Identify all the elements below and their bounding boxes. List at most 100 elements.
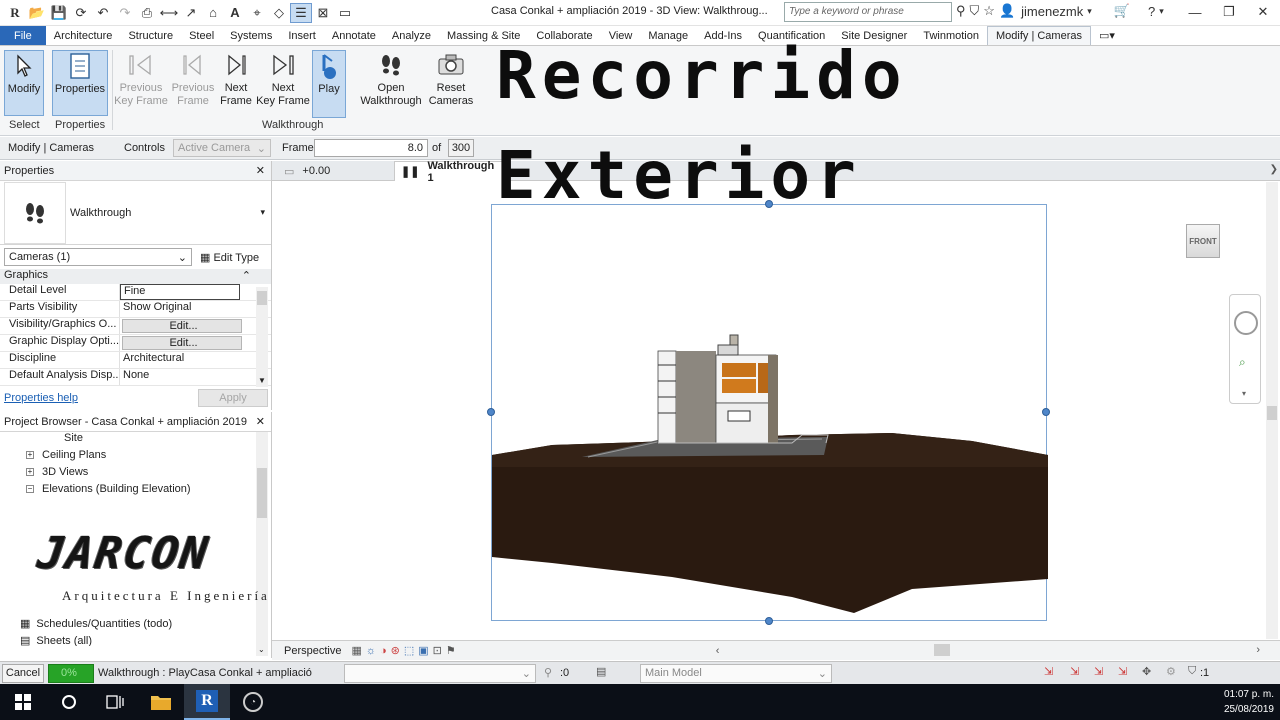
subscription-icon[interactable]: ⛉	[970, 3, 980, 19]
close-icon[interactable]: ✕	[256, 415, 265, 428]
cancel-button[interactable]: Cancel	[2, 664, 44, 683]
apply-button[interactable]: Apply	[198, 389, 268, 407]
frame-input[interactable]: 8.0	[314, 139, 428, 157]
sun-path-icon[interactable]: ☼	[366, 645, 376, 657]
tab-modify-cameras[interactable]: Modify | Cameras	[986, 26, 1091, 45]
favorites-star-icon[interactable]: ☆	[983, 3, 995, 19]
minimize-button[interactable]: —	[1178, 0, 1212, 24]
property-row[interactable]: Visibility/Graphics O... Edit...	[0, 318, 271, 335]
edit-type-button[interactable]: ▦ Edit Type	[200, 251, 259, 264]
tree-item-site[interactable]: Site	[64, 432, 83, 444]
view-mode-label[interactable]: Perspective	[284, 645, 341, 657]
measure-icon[interactable]: ⟷	[158, 3, 180, 23]
open-icon[interactable]: 📂	[26, 3, 48, 23]
property-row[interactable]: Detail Level Fine	[0, 284, 271, 301]
sync-icon[interactable]: ⟳	[70, 3, 92, 23]
default-3d-view-icon[interactable]: ⌖	[246, 3, 268, 23]
property-row[interactable]: Default Analysis Disp... None	[0, 369, 271, 386]
tab-structure[interactable]: Structure	[120, 26, 181, 45]
background-processes-icon[interactable]: ⚙	[1166, 665, 1176, 678]
tab-architecture[interactable]: Architecture	[46, 26, 121, 45]
canvas-scrollbar[interactable]	[1266, 182, 1278, 639]
properties-help-link[interactable]: Properties help	[4, 392, 78, 404]
select-links-icon[interactable]: ⇲	[1044, 665, 1053, 678]
show-crop-icon[interactable]: ▣	[418, 644, 428, 657]
windows-start-icon[interactable]	[0, 684, 46, 720]
username[interactable]: jimenezmk	[1021, 4, 1083, 19]
maximize-button[interactable]: ❐	[1212, 0, 1246, 24]
type-selector[interactable]: Walkthrough ▾	[0, 181, 271, 245]
tab-level-view[interactable]: ▭ +0.00	[278, 161, 336, 181]
reset-cameras-button[interactable]: Reset Cameras	[426, 50, 476, 116]
tab-insert[interactable]: Insert	[280, 26, 324, 45]
tab-annotate[interactable]: Annotate	[324, 26, 384, 45]
controls-dropdown[interactable]: Active Camera ⌄	[173, 139, 271, 157]
select-underlay-icon[interactable]: ⇲	[1070, 665, 1079, 678]
collapse-icon[interactable]: −	[26, 485, 34, 494]
expand-icon[interactable]: +	[26, 468, 34, 477]
tree-item-ceiling-plans[interactable]: + Ceiling Plans	[26, 449, 106, 461]
close-button[interactable]: ✕	[1246, 0, 1280, 24]
design-options-icon[interactable]: ▤	[596, 665, 606, 678]
section-icon[interactable]: ◇	[268, 3, 290, 23]
close-icon[interactable]: ✕	[256, 164, 265, 177]
binoculars-icon[interactable]: ⚲	[956, 3, 966, 19]
help-chevron-icon[interactable]: ▾	[1159, 6, 1164, 17]
property-row[interactable]: Parts Visibility Show Original	[0, 301, 271, 318]
property-row[interactable]: Discipline Architectural	[0, 352, 271, 369]
scroll-left-icon[interactable]: ‹	[716, 645, 720, 657]
property-edit-button[interactable]: Edit...	[122, 336, 242, 350]
tab-walkthrough-1[interactable]: ❚❚ Walkthrough 1	[394, 160, 504, 184]
tab-steel[interactable]: Steel	[181, 26, 222, 45]
group-header-graphics[interactable]: Graphics ⌃	[0, 269, 271, 284]
crop-grip-bottom[interactable]	[765, 617, 773, 625]
search-circle-icon[interactable]	[46, 684, 92, 720]
thin-lines-icon[interactable]: ☰	[290, 2, 312, 23]
workset-dropdown[interactable]: ⌄	[344, 664, 536, 683]
editable-only-icon[interactable]: ⚲	[544, 666, 552, 679]
open-walkthrough-button[interactable]: Open Walkthrough	[358, 50, 424, 116]
tab-file[interactable]: File	[0, 26, 46, 45]
shadows-icon[interactable]: ◑	[380, 645, 387, 657]
help-icon[interactable]: ?	[1148, 4, 1155, 19]
property-value[interactable]: None	[120, 369, 240, 385]
property-edit-button[interactable]: Edit...	[122, 319, 242, 333]
redo-icon[interactable]: ↷	[114, 3, 136, 23]
crop-grip-right[interactable]	[1042, 408, 1050, 416]
close-hidden-icon[interactable]: ⊠	[312, 3, 334, 23]
switch-windows-icon[interactable]: ▭	[334, 3, 356, 23]
tree-item-schedules[interactable]: ▦ Schedules/Quantities (todo)	[20, 617, 172, 630]
revit-app-icon[interactable]: R	[4, 3, 26, 23]
previous-key-frame-button[interactable]: Previous Key Frame	[114, 50, 168, 116]
design-option-dropdown[interactable]: Main Model ⌄	[640, 664, 832, 683]
crop-region[interactable]	[491, 204, 1048, 621]
task-view-icon[interactable]	[92, 684, 138, 720]
dimension-icon[interactable]: ↗	[180, 3, 202, 23]
print-icon[interactable]: ⎙	[136, 3, 158, 23]
next-key-frame-button[interactable]: Next Key Frame	[256, 50, 310, 116]
save-icon[interactable]: 💾	[48, 3, 70, 23]
revit-taskbar-icon[interactable]: R	[184, 684, 230, 720]
text-icon[interactable]: A	[224, 3, 246, 23]
scroll-right-icon[interactable]: ›	[1256, 644, 1260, 656]
tab-analyze[interactable]: Analyze	[384, 26, 439, 45]
cart-icon[interactable]: 🛒	[1114, 3, 1130, 19]
tree-item-sheets[interactable]: ▤ Sheets (all)	[20, 634, 92, 646]
viewcube[interactable]: FRONT	[1186, 224, 1220, 258]
undo-icon[interactable]: ↶	[92, 3, 114, 23]
obs-recorder-icon[interactable]: ◔	[230, 684, 276, 720]
horizontal-scroll-thumb[interactable]	[934, 644, 950, 656]
crop-grip-left[interactable]	[487, 408, 495, 416]
file-explorer-icon[interactable]	[138, 684, 184, 720]
tree-item-3d-views[interactable]: +3D Views	[26, 466, 88, 478]
ribbon-options-icon[interactable]: ▭▾	[1091, 26, 1123, 45]
previous-frame-button[interactable]: Previous Frame	[170, 50, 216, 116]
user-icon[interactable]: 👤	[999, 3, 1015, 19]
expand-icon[interactable]: +	[26, 451, 34, 460]
instance-filter-dropdown[interactable]: Cameras (1) ⌄	[4, 248, 192, 266]
zoom-icon[interactable]: ⌕	[1239, 355, 1246, 370]
modify-button[interactable]: Modify	[4, 50, 44, 116]
filter-icon[interactable]: ⛉	[1188, 665, 1196, 678]
property-value[interactable]: Fine	[120, 284, 240, 300]
tree-item-elevations[interactable]: − Elevations (Building Elevation)	[26, 483, 191, 495]
